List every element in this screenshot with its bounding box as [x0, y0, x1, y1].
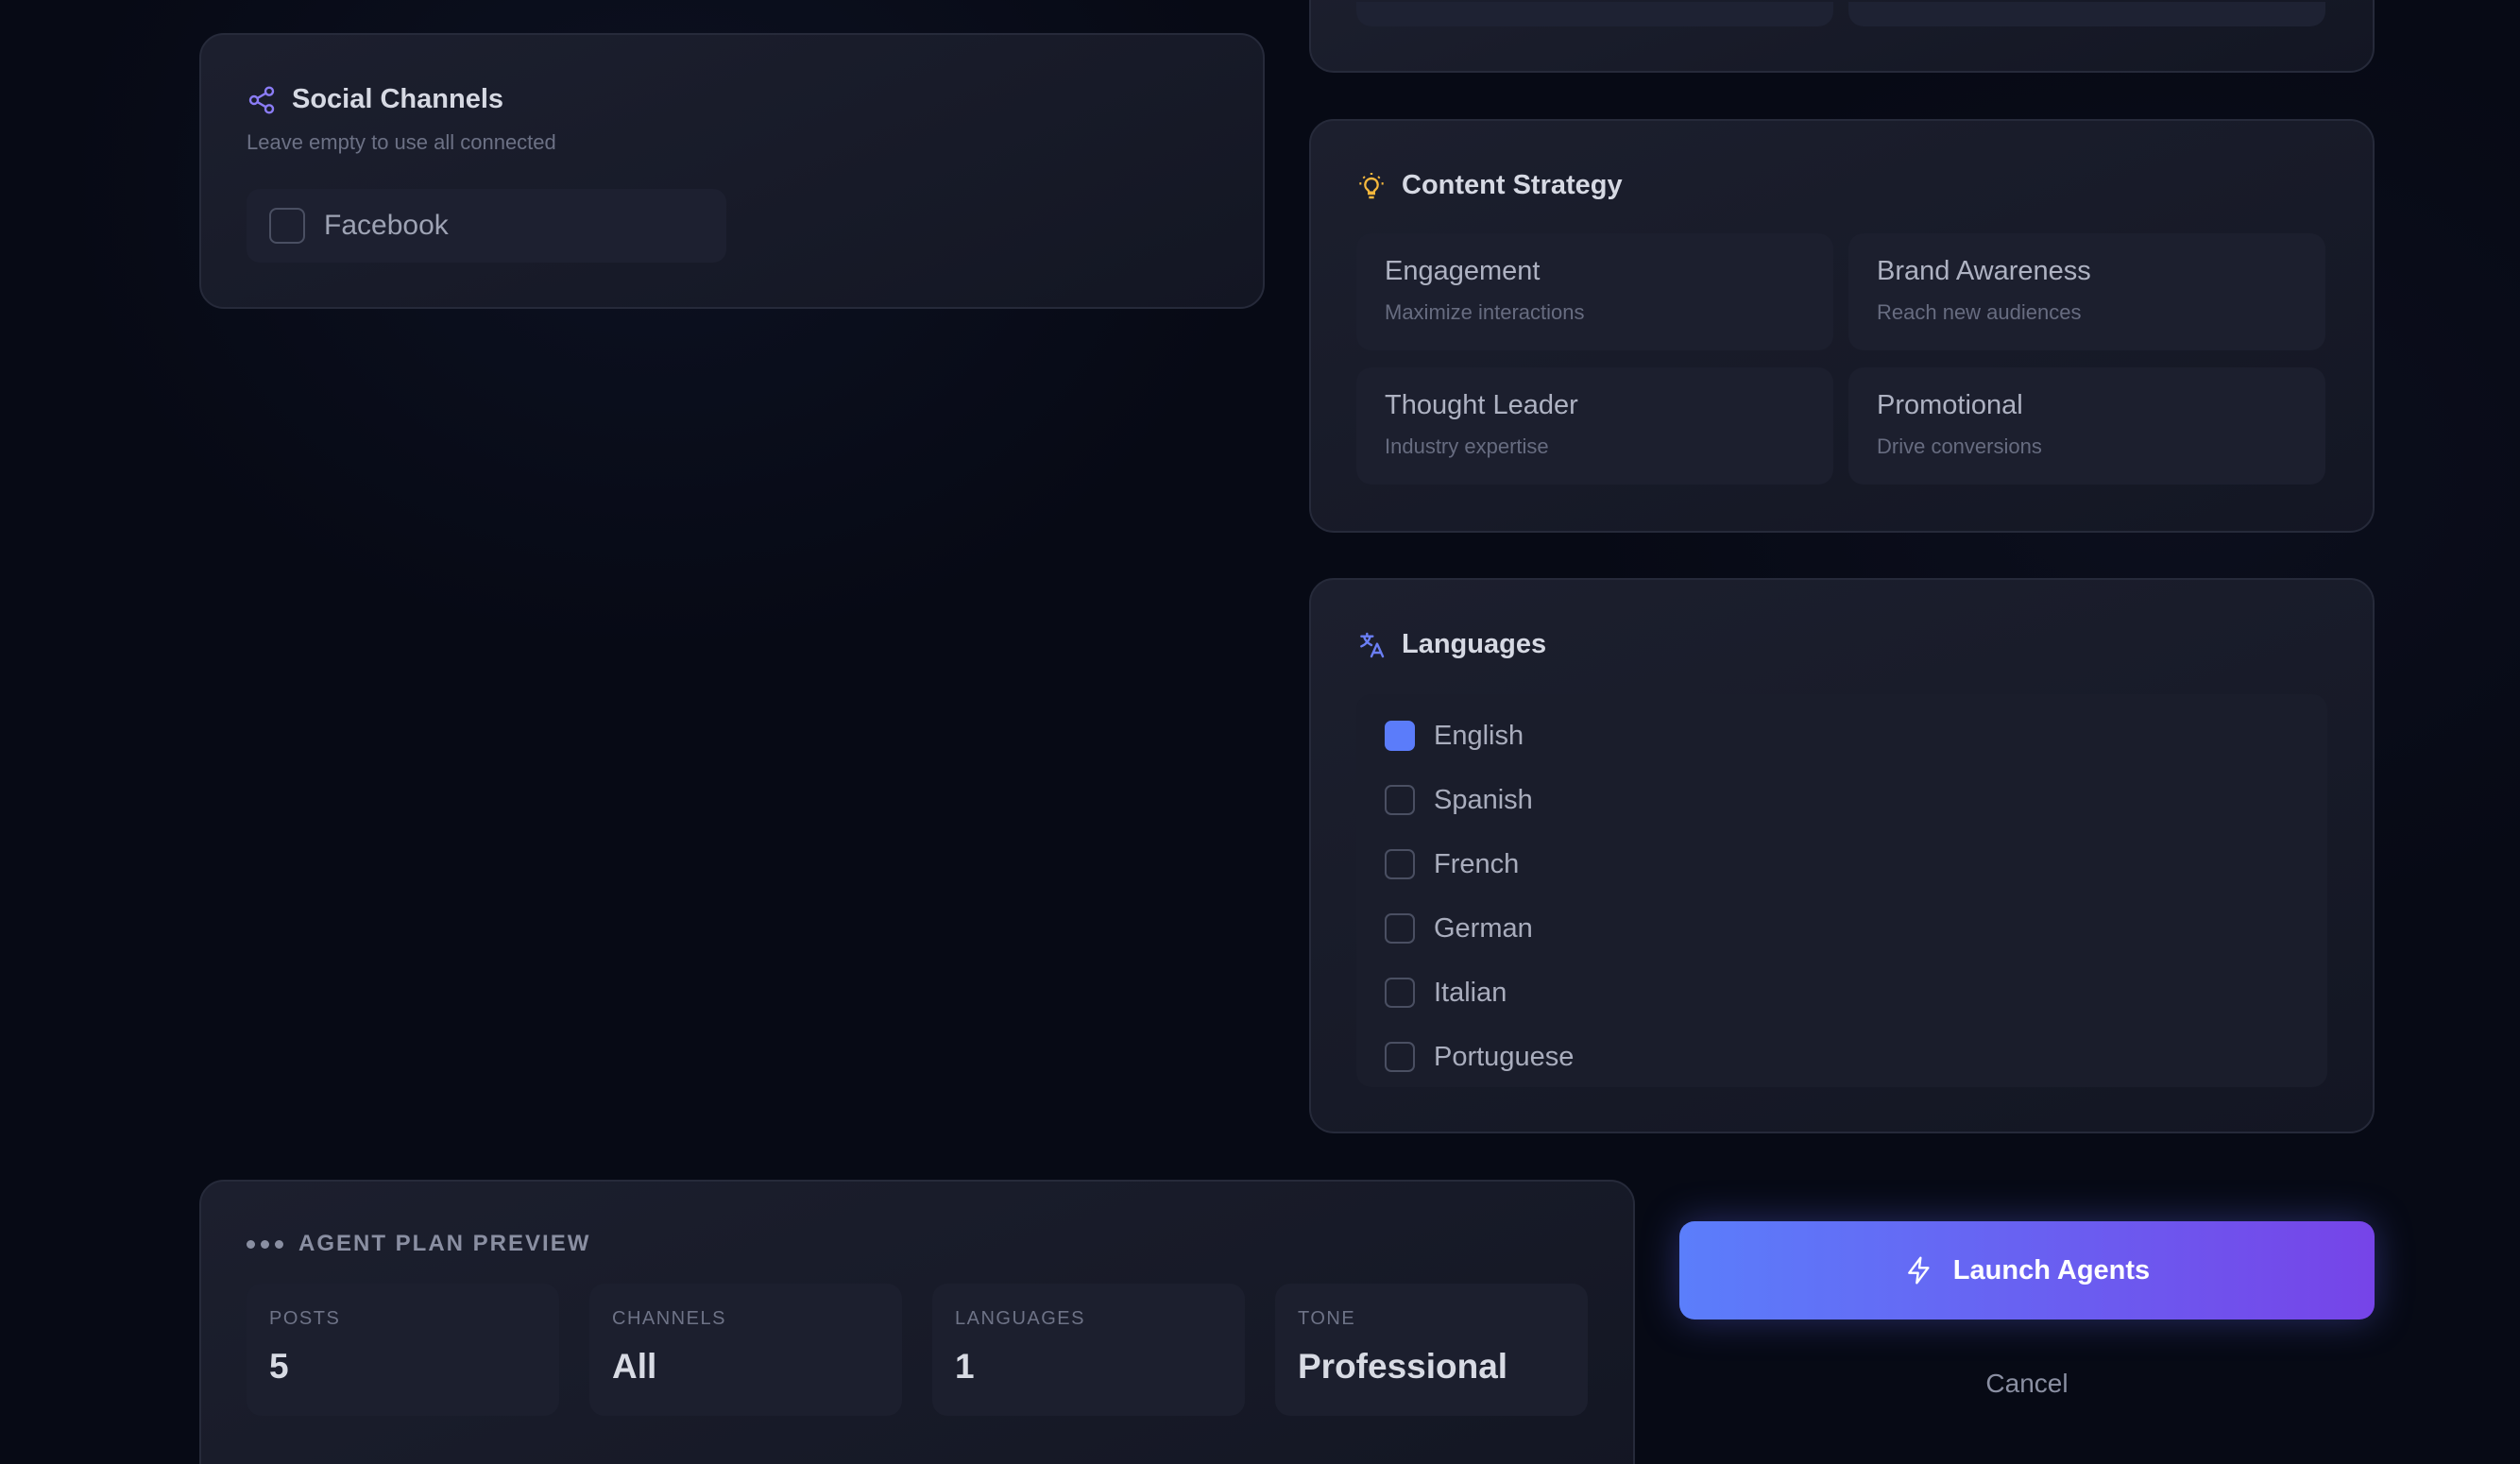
launch-agents-button[interactable]: Launch Agents: [1679, 1221, 2375, 1319]
language-label: Spanish: [1434, 784, 1533, 815]
cancel-button[interactable]: Cancel: [1933, 1363, 2121, 1404]
social-channels-subtitle: Leave empty to use all connected: [247, 130, 556, 154]
language-label: Italian: [1434, 977, 1507, 1008]
language-label: English: [1434, 720, 1524, 751]
stat-label: POSTS: [269, 1308, 341, 1329]
social-channels-header: Social Channels: [247, 84, 1217, 115]
content-strategy-header: Content Strategy: [1356, 170, 2327, 201]
language-list: English Spanish French German Italian Po…: [1356, 694, 2327, 1087]
facebook-checkbox[interactable]: [269, 208, 305, 244]
social-channels-card: Social Channels Leave empty to use all c…: [199, 33, 1265, 309]
strategy-option-title: Engagement: [1385, 256, 1541, 286]
spanish-checkbox[interactable]: [1385, 785, 1415, 815]
stat-value: All: [612, 1347, 657, 1386]
stat-value: 5: [269, 1347, 289, 1386]
lightning-icon: [1904, 1255, 1934, 1285]
top-partial-option[interactable]: [1848, 2, 2325, 26]
preview-title: AGENT PLAN PREVIEW: [298, 1231, 591, 1256]
dots-icon: [247, 1239, 283, 1249]
preview-header: AGENT PLAN PREVIEW: [247, 1231, 1588, 1257]
strategy-option-title: Thought Leader: [1385, 390, 1578, 420]
language-item-italian[interactable]: Italian: [1385, 961, 2299, 1025]
strategy-option-promotional[interactable]: Promotional Drive conversions: [1848, 367, 2325, 485]
share-icon: [247, 85, 277, 115]
stat-posts: POSTS 5: [247, 1284, 559, 1416]
translate-icon: [1356, 630, 1387, 660]
english-checkbox[interactable]: [1385, 721, 1415, 751]
language-label: German: [1434, 912, 1533, 944]
strategy-option-title: Promotional: [1877, 390, 2023, 420]
language-item-spanish[interactable]: Spanish: [1385, 768, 2299, 832]
preview-stats: POSTS 5 CHANNELS All LANGUAGES 1 TONE Pr…: [247, 1284, 1588, 1416]
stat-value: Professional: [1298, 1347, 1508, 1386]
launch-label: Launch Agents: [1952, 1254, 2151, 1285]
strategy-option-title: Brand Awareness: [1877, 256, 2091, 286]
stat-label: LANGUAGES: [955, 1308, 1085, 1329]
strategy-option-brand-awareness[interactable]: Brand Awareness Reach new audiences: [1848, 233, 2325, 350]
stat-label: TONE: [1298, 1308, 1356, 1329]
language-label: French: [1434, 848, 1520, 879]
stat-value: 1: [955, 1347, 975, 1386]
language-item-german[interactable]: German: [1385, 896, 2299, 961]
social-channels-title: Social Channels: [292, 84, 504, 114]
language-item-french[interactable]: French: [1385, 832, 2299, 896]
portuguese-checkbox[interactable]: [1385, 1042, 1415, 1072]
strategy-option-description: Industry expertise: [1385, 434, 1549, 458]
languages-card: Languages English Spanish French German …: [1309, 578, 2375, 1133]
channel-option-facebook[interactable]: Facebook: [247, 189, 726, 263]
german-checkbox[interactable]: [1385, 913, 1415, 944]
french-checkbox[interactable]: [1385, 849, 1415, 879]
strategy-option-description: Maximize interactions: [1385, 300, 1585, 324]
language-item-english[interactable]: English: [1385, 704, 2299, 768]
language-item-portuguese[interactable]: Portuguese: [1385, 1025, 2299, 1089]
stat-languages: LANGUAGES 1: [932, 1284, 1245, 1416]
strategy-option-description: Drive conversions: [1877, 434, 2042, 458]
strategy-options: Engagement Maximize interactions Brand A…: [1356, 233, 2327, 485]
stat-channels: CHANNELS All: [589, 1284, 902, 1416]
channel-label: Facebook: [324, 210, 449, 241]
top-partial-card: [1309, 0, 2375, 73]
content-strategy-title: Content Strategy: [1402, 170, 1623, 200]
strategy-option-thought-leader[interactable]: Thought Leader Industry expertise: [1356, 367, 1833, 485]
agent-plan-preview-card: AGENT PLAN PREVIEW POSTS 5 CHANNELS All …: [199, 1180, 1635, 1464]
language-label: Portuguese: [1434, 1041, 1575, 1072]
stat-label: CHANNELS: [612, 1308, 726, 1329]
top-partial-option[interactable]: [1356, 2, 1833, 26]
strategy-option-description: Reach new audiences: [1877, 300, 2082, 324]
italian-checkbox[interactable]: [1385, 978, 1415, 1008]
languages-header: Languages: [1356, 629, 2327, 660]
content-strategy-card: Content Strategy Engagement Maximize int…: [1309, 119, 2375, 533]
languages-title: Languages: [1402, 629, 1547, 659]
strategy-option-engagement[interactable]: Engagement Maximize interactions: [1356, 233, 1833, 350]
lightbulb-icon: [1356, 171, 1387, 201]
stat-tone: TONE Professional: [1275, 1284, 1588, 1416]
